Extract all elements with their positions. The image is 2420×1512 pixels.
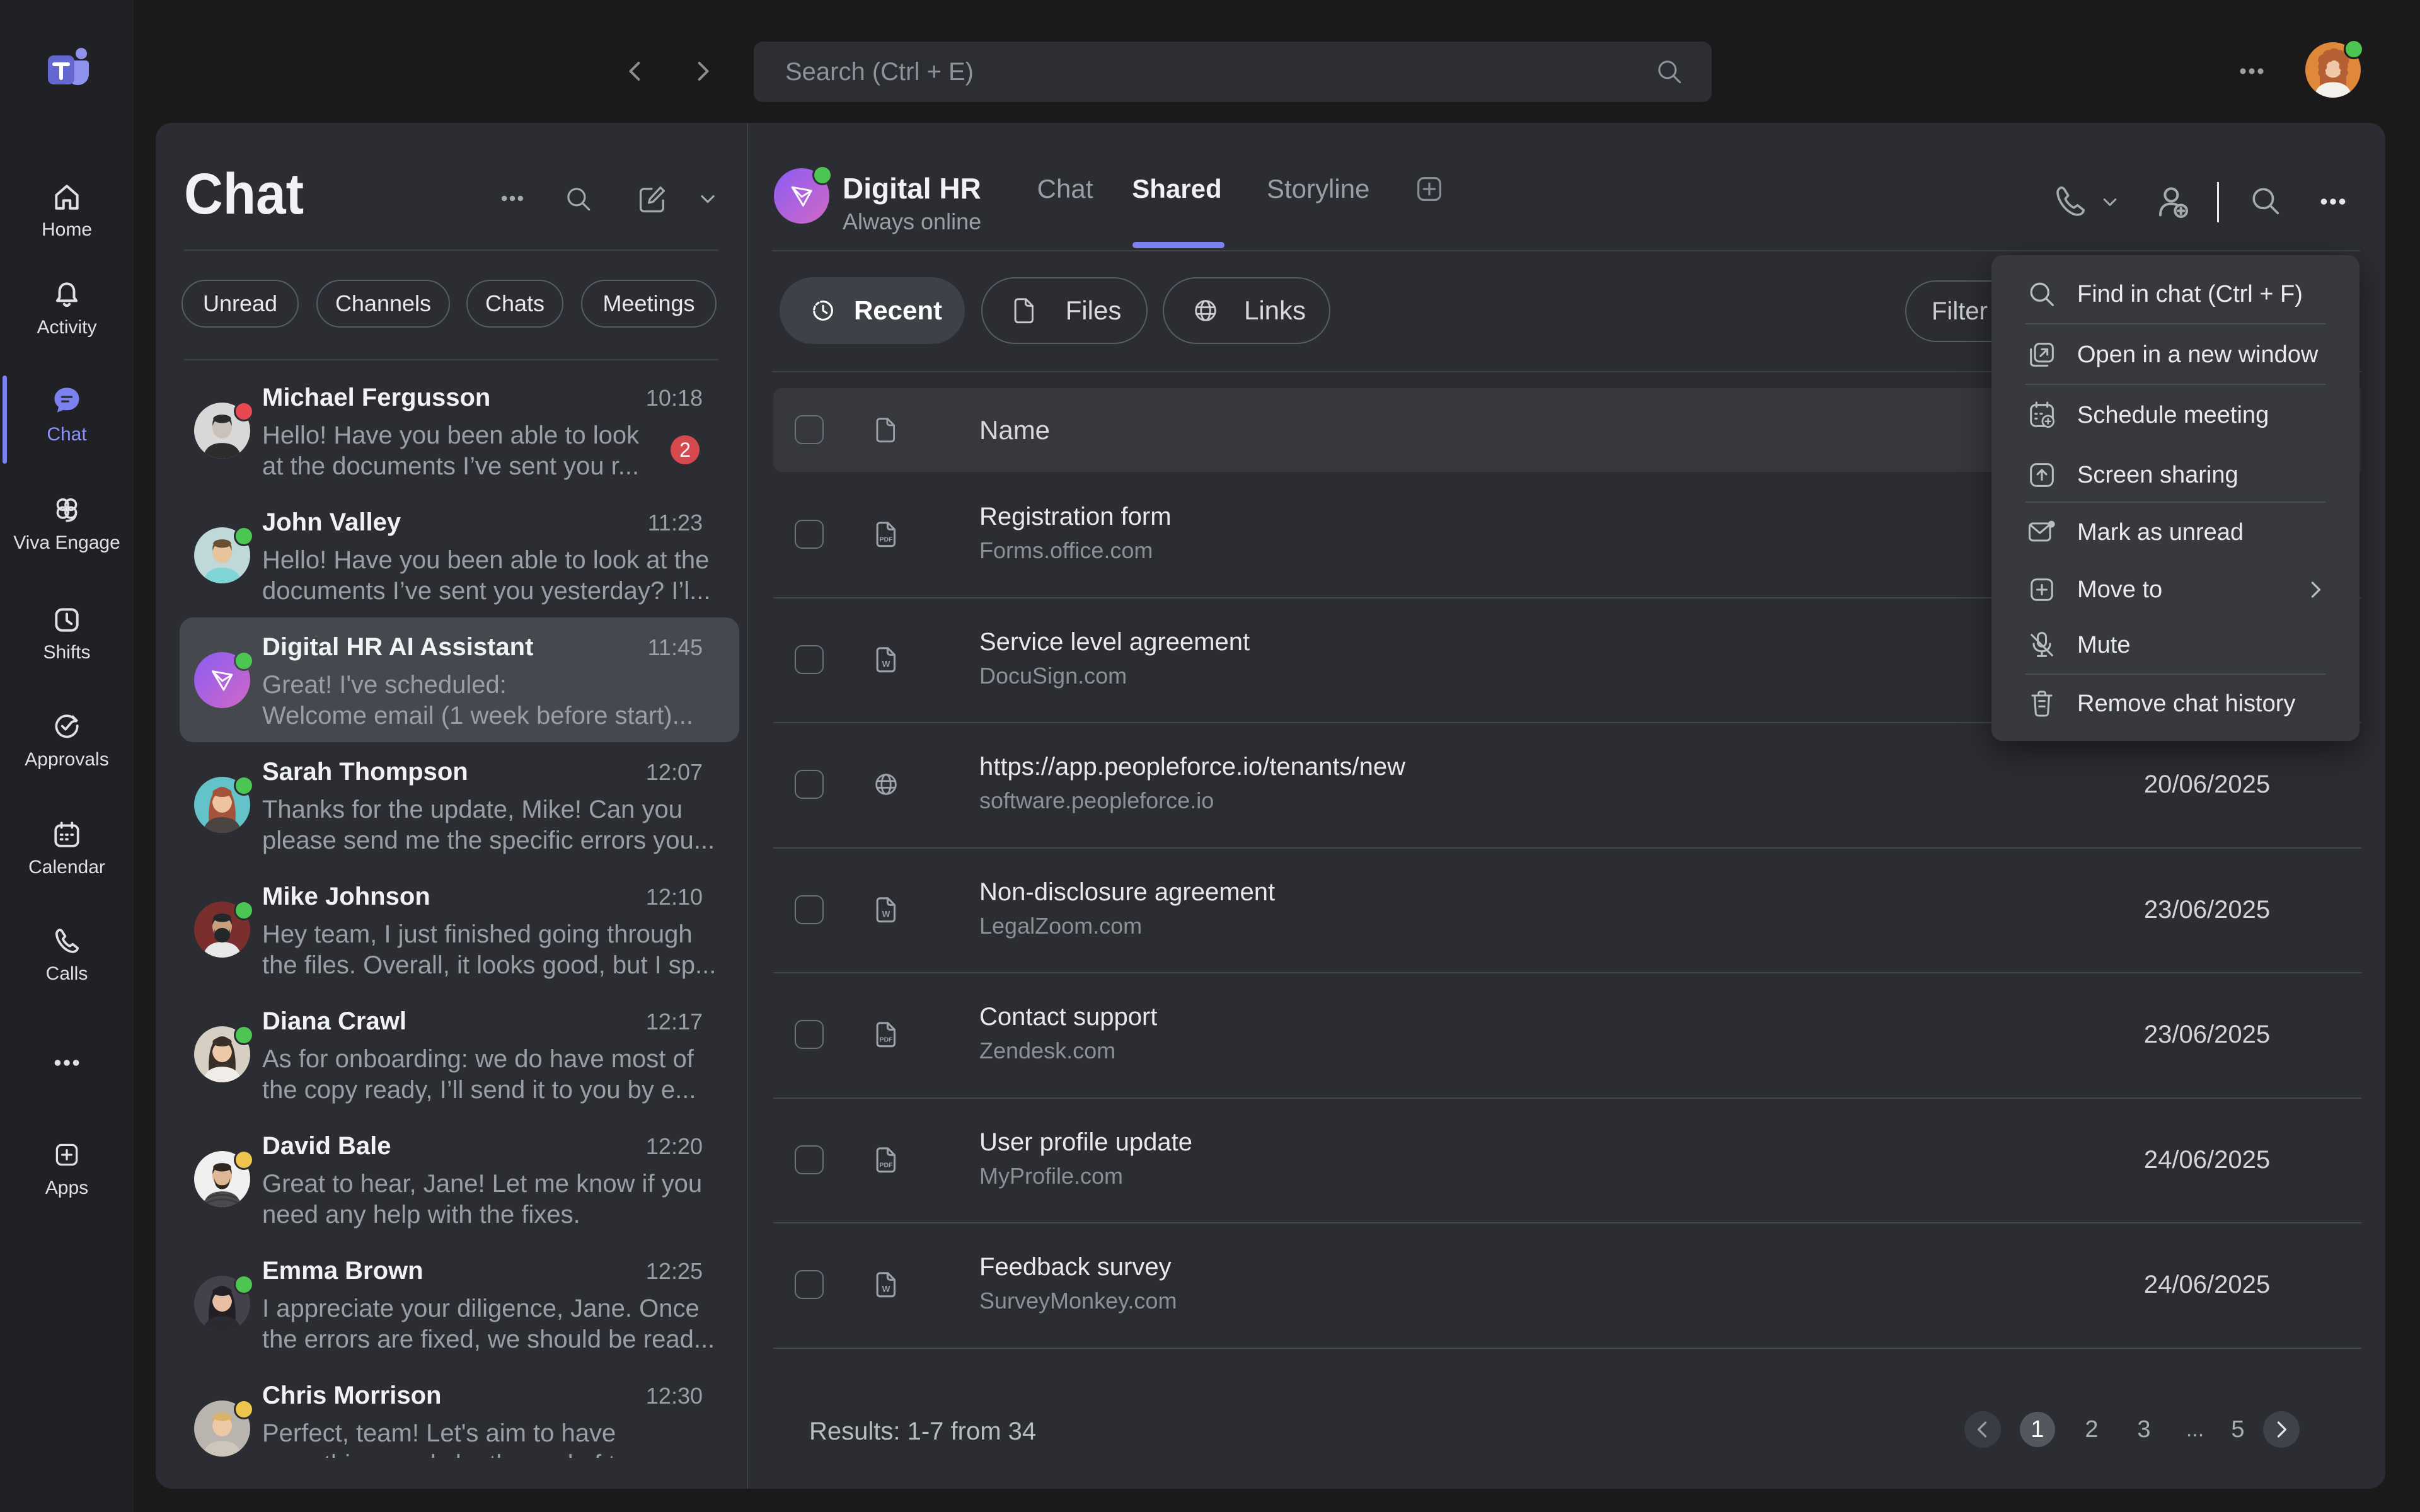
svg-text:PDF: PDF xyxy=(879,536,893,544)
svg-text:W: W xyxy=(882,909,890,919)
svg-text:W: W xyxy=(882,659,890,668)
svg-text:PDF: PDF xyxy=(879,1036,893,1044)
svg-text:PDF: PDF xyxy=(879,1161,893,1169)
svg-text:W: W xyxy=(882,1285,890,1294)
